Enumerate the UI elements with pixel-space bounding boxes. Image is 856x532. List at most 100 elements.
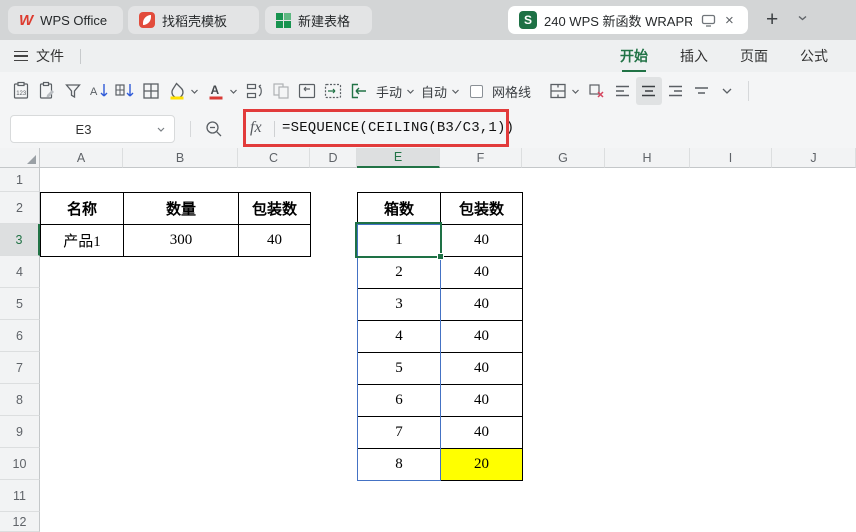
highlight-duplicates-button[interactable]: [268, 77, 294, 105]
align-left-button[interactable]: [610, 77, 636, 105]
select-all-triangle-icon: [27, 155, 36, 164]
wrap-text-button[interactable]: [294, 77, 320, 105]
monitor-icon[interactable]: [701, 14, 716, 27]
hamburger-menu-icon[interactable]: [14, 51, 28, 61]
sort-descending-button[interactable]: [112, 77, 138, 105]
select-all-corner[interactable]: [0, 148, 40, 168]
cell-e3[interactable]: 1: [358, 225, 441, 257]
font-color-dropdown-icon[interactable]: [229, 88, 238, 95]
gridlines-checkbox[interactable]: 网格线: [468, 77, 535, 105]
tab-active-document[interactable]: S 240 WPS 新函数 WRAPROW ×: [508, 6, 748, 34]
tab-wps-office[interactable]: W WPS Office: [8, 6, 123, 34]
cell-f6[interactable]: 40: [441, 321, 523, 353]
cell-f9[interactable]: 40: [441, 417, 523, 449]
cell-e6[interactable]: 4: [358, 321, 441, 353]
row-header-6[interactable]: 6: [0, 320, 40, 352]
cell-b2[interactable]: 数量: [124, 193, 239, 225]
column-header-f[interactable]: F: [440, 148, 522, 168]
sort-ascending-button[interactable]: A: [86, 77, 112, 105]
paste-values-button[interactable]: 123: [8, 77, 34, 105]
row-header-12[interactable]: 12: [0, 512, 40, 532]
row-header-8[interactable]: 8: [0, 384, 40, 416]
swap-rows-columns-button[interactable]: [242, 77, 268, 105]
row-header-4[interactable]: 4: [0, 256, 40, 288]
column-header-d[interactable]: D: [310, 148, 357, 168]
cell-e2[interactable]: 箱数: [358, 193, 441, 225]
font-color-button[interactable]: A: [203, 77, 229, 105]
tab-docer-templates[interactable]: 找稻壳模板: [128, 6, 259, 34]
auto-calc-dropdown[interactable]: 自动: [417, 77, 462, 105]
row-header-10[interactable]: 10: [0, 448, 40, 480]
column-header-h[interactable]: H: [605, 148, 690, 168]
merge-cells-dropdown-icon[interactable]: [571, 88, 580, 95]
cell-a2[interactable]: 名称: [41, 193, 124, 225]
fill-color-button[interactable]: [164, 77, 190, 105]
row-header-5[interactable]: 5: [0, 288, 40, 320]
tab-label: 找稻壳模板: [162, 11, 227, 30]
manual-calc-dropdown[interactable]: 手动: [372, 77, 417, 105]
cell-c2[interactable]: 包装数: [239, 193, 311, 225]
cell-e10[interactable]: 8: [358, 449, 441, 481]
column-header-c[interactable]: C: [238, 148, 310, 168]
cell-e9[interactable]: 7: [358, 417, 441, 449]
menu-item-home[interactable]: 开始: [620, 40, 648, 72]
wps-logo-icon: W: [19, 12, 33, 29]
close-tab-icon[interactable]: ×: [723, 12, 736, 29]
paste-format-button[interactable]: [34, 77, 60, 105]
fx-icon[interactable]: fx: [250, 119, 262, 137]
cell-f7[interactable]: 40: [441, 353, 523, 385]
formula-input[interactable]: =SEQUENCE(CEILING(B3/C3,1)): [282, 120, 514, 136]
cell-a3[interactable]: 产品1: [41, 225, 124, 257]
merge-cells-button[interactable]: [545, 77, 571, 105]
cell-f2[interactable]: 包装数: [441, 193, 523, 225]
svg-text:A: A: [211, 83, 220, 97]
column-header-a[interactable]: A: [40, 148, 123, 168]
row-header-3[interactable]: 3: [0, 224, 40, 256]
cell-f3[interactable]: 40: [441, 225, 523, 257]
shrink-to-fit-button[interactable]: [320, 77, 346, 105]
cell-b3[interactable]: 300: [124, 225, 239, 257]
align-center-button[interactable]: [636, 77, 662, 105]
svg-text:A: A: [90, 86, 98, 98]
row-header-2[interactable]: 2: [0, 192, 40, 224]
column-header-b[interactable]: B: [123, 148, 238, 168]
name-box[interactable]: E3: [10, 115, 175, 143]
fill-color-dropdown-icon[interactable]: [190, 88, 199, 95]
cell-f5[interactable]: 40: [441, 289, 523, 321]
zoom-out-icon[interactable]: [205, 120, 223, 138]
menu-item-insert[interactable]: 插入: [680, 40, 708, 72]
menu-item-page[interactable]: 页面: [740, 40, 768, 72]
column-header-e[interactable]: E: [357, 148, 440, 168]
export-button[interactable]: [346, 77, 372, 105]
new-tab-button[interactable]: +: [766, 9, 778, 31]
cell-e5[interactable]: 3: [358, 289, 441, 321]
row-header-1[interactable]: 1: [0, 168, 40, 192]
column-header-j[interactable]: J: [772, 148, 856, 168]
row-header-7[interactable]: 7: [0, 352, 40, 384]
file-menu[interactable]: 文件: [36, 46, 64, 66]
cell-c3[interactable]: 40: [239, 225, 311, 257]
more-alignment-chevron-icon[interactable]: [714, 77, 740, 105]
row-header-11[interactable]: 11: [0, 480, 40, 512]
cell-f4[interactable]: 40: [441, 257, 523, 289]
tab-label: 新建表格: [298, 11, 350, 30]
name-box-chevron-icon[interactable]: [156, 126, 174, 133]
cell-f8[interactable]: 40: [441, 385, 523, 417]
divider: [748, 81, 749, 101]
align-justify-button[interactable]: [688, 77, 714, 105]
delete-cells-button[interactable]: [584, 77, 610, 105]
borders-button[interactable]: [138, 77, 164, 105]
cell-f10-highlighted[interactable]: 20: [441, 449, 523, 481]
filter-button[interactable]: [60, 77, 86, 105]
product-table: 名称 数量 包装数 产品1 300 40: [40, 192, 311, 257]
tab-new-sheet[interactable]: 新建表格: [265, 6, 372, 34]
menu-item-formula[interactable]: 公式: [800, 40, 828, 72]
row-header-9[interactable]: 9: [0, 416, 40, 448]
align-right-button[interactable]: [662, 77, 688, 105]
tab-list-chevron-icon[interactable]: [797, 14, 808, 22]
column-header-i[interactable]: I: [690, 148, 772, 168]
cell-e7[interactable]: 5: [358, 353, 441, 385]
column-header-g[interactable]: G: [522, 148, 605, 168]
cell-e4[interactable]: 2: [358, 257, 441, 289]
cell-e8[interactable]: 6: [358, 385, 441, 417]
